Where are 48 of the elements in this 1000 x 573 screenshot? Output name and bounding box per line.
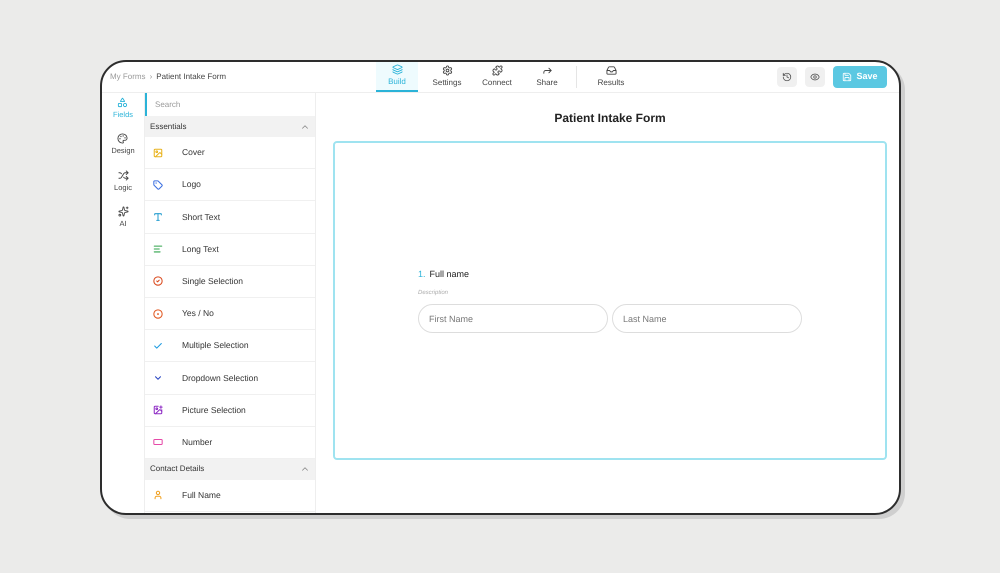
field-item[interactable]: Cover xyxy=(145,137,315,170)
breadcrumb-current: Patient Intake Form xyxy=(156,71,226,83)
field-item[interactable]: Yes / No xyxy=(145,298,315,330)
text-icon xyxy=(153,212,163,222)
check-circle-icon xyxy=(153,276,163,286)
eye-icon xyxy=(810,72,820,82)
share-icon xyxy=(542,65,552,76)
number-icon xyxy=(153,437,163,448)
person-icon xyxy=(153,490,163,500)
nav-tab[interactable]: Results xyxy=(585,62,637,92)
picture-icon xyxy=(153,405,163,416)
inbox-icon xyxy=(606,65,616,76)
lines-icon xyxy=(153,244,163,254)
tag-icon xyxy=(153,180,163,190)
question-label: Full name xyxy=(430,268,470,281)
shuffle-icon xyxy=(118,170,128,180)
field-item[interactable]: Long Text xyxy=(145,234,315,266)
check-icon xyxy=(153,340,163,351)
field-item[interactable]: Short Text xyxy=(145,201,315,234)
form-title: Patient Intake Form xyxy=(554,110,666,127)
field-item[interactable]: Multiple Selection xyxy=(145,330,315,362)
preview-button[interactable] xyxy=(805,67,825,87)
history-button[interactable] xyxy=(777,67,797,87)
nav-tab[interactable]: Connect xyxy=(476,62,518,92)
breadcrumb-separator: › xyxy=(150,71,152,83)
circle-icon xyxy=(153,308,163,319)
question-number: 1. xyxy=(418,268,426,281)
nav-tab[interactable]: Share xyxy=(526,62,568,92)
search-field[interactable]: Search xyxy=(155,98,307,110)
palette-icon xyxy=(117,133,128,144)
field-item[interactable]: Logo xyxy=(145,169,315,202)
name-input-field[interactable]: First Name xyxy=(418,304,608,334)
settings-icon xyxy=(442,65,452,76)
layers-icon xyxy=(392,64,402,75)
puzzle-icon xyxy=(492,65,502,76)
shapes-icon xyxy=(117,97,128,108)
history-icon xyxy=(782,72,792,82)
field-item[interactable]: Picture Selection xyxy=(145,394,315,427)
field-item[interactable]: Single Selection xyxy=(145,266,315,298)
section-header[interactable]: Essentials xyxy=(145,116,315,137)
sparkles-icon xyxy=(118,206,128,217)
save-icon xyxy=(842,72,852,82)
image-icon xyxy=(153,148,163,158)
nav-tab[interactable]: Settings xyxy=(426,62,468,92)
field-item[interactable]: Dropdown Selection xyxy=(145,362,315,394)
field-item[interactable]: Full Name xyxy=(145,480,315,512)
section-header[interactable]: Contact Details xyxy=(145,458,315,480)
name-input-field[interactable]: Last Name xyxy=(612,304,802,334)
